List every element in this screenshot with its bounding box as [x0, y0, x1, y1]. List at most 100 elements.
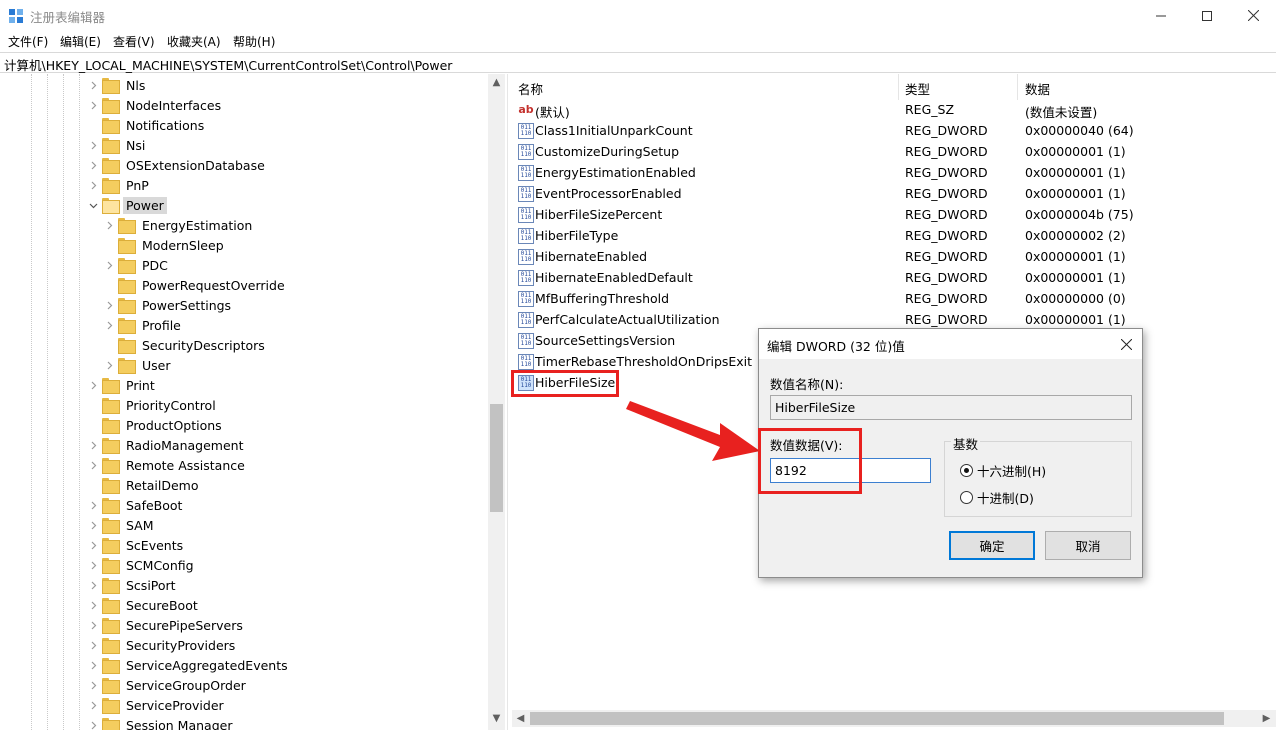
chevron-right-icon[interactable] [86, 515, 100, 535]
tree-item[interactable]: ServiceProvider [86, 695, 227, 715]
list-item[interactable]: ab (默认) REG_SZ (数值未设置) [512, 100, 1272, 121]
tree-item[interactable]: Session Manager [86, 715, 235, 730]
chevron-right-icon[interactable] [86, 175, 100, 195]
tree-item[interactable]: SAM [86, 515, 157, 535]
list-item[interactable]: 011 110 HiberFileType REG_DWORD 0x00000002 (… [512, 226, 1272, 247]
tree-item[interactable]: SCMConfig [86, 555, 197, 575]
menu-view[interactable]: 查看(V) [113, 33, 155, 50]
chevron-right-icon[interactable] [102, 295, 116, 315]
tree-item[interactable]: ServiceAggregatedEvents [86, 655, 291, 675]
dialog-close-button[interactable] [1110, 329, 1142, 359]
chevron-right-icon[interactable] [86, 75, 100, 95]
tree-item[interactable]: EnergyEstimation [102, 215, 255, 235]
chevron-right-icon[interactable] [86, 435, 100, 455]
chevron-down-icon[interactable] [86, 195, 100, 215]
tree-item[interactable]: Power [86, 195, 167, 215]
scroll-thumb[interactable] [530, 712, 1224, 725]
tree-item[interactable]: Notifications [86, 115, 207, 135]
scroll-thumb[interactable] [490, 404, 503, 512]
radio-checked-icon[interactable] [960, 464, 973, 477]
menu-favorites[interactable]: 收藏夹(A) [167, 33, 221, 50]
chevron-right-icon[interactable] [86, 555, 100, 575]
chevron-right-icon[interactable] [102, 215, 116, 235]
column-header-type[interactable]: 类型 [905, 79, 930, 98]
tree-item[interactable]: Nls [86, 75, 148, 95]
scroll-left-icon[interactable]: ◀ [512, 710, 529, 727]
chevron-right-icon[interactable] [102, 355, 116, 375]
column-separator[interactable] [898, 74, 899, 100]
chevron-right-icon[interactable] [102, 255, 116, 275]
radio-decimal[interactable]: 十进制(D) [960, 488, 1034, 507]
chevron-right-icon[interactable] [86, 495, 100, 515]
tree-item[interactable]: SecureBoot [86, 595, 201, 615]
chevron-right-icon[interactable] [86, 695, 100, 715]
tree-item[interactable]: SecurityProviders [86, 635, 238, 655]
list-item[interactable]: 011 110 HiberFileSizePercent REG_DWORD 0x000… [512, 205, 1272, 226]
tree-item[interactable]: ScsiPort [86, 575, 179, 595]
chevron-right-icon[interactable] [86, 455, 100, 475]
tree-item[interactable]: RadioManagement [86, 435, 246, 455]
scroll-up-icon[interactable]: ▲ [488, 74, 505, 91]
chevron-right-icon[interactable] [86, 95, 100, 115]
tree-item[interactable]: NodeInterfaces [86, 95, 224, 115]
list-item[interactable]: 011 110 MfBufferingThreshold REG_DWORD 0x000… [512, 289, 1272, 310]
address-bar[interactable]: 计算机\HKEY_LOCAL_MACHINE\SYSTEM\CurrentCon… [0, 52, 1276, 73]
key-tree[interactable]: Nls NodeInterfaces Notifications Nsi OSExten… [0, 74, 508, 730]
tree-item[interactable]: ModernSleep [102, 235, 227, 255]
close-button[interactable] [1230, 0, 1276, 31]
tree-item[interactable]: OSExtensionDatabase [86, 155, 268, 175]
chevron-right-icon[interactable] [102, 315, 116, 335]
menu-file[interactable]: 文件(F) [8, 33, 48, 50]
scroll-right-icon[interactable]: ▶ [1258, 710, 1275, 727]
column-separator[interactable] [1017, 74, 1018, 100]
tree-item[interactable]: User [102, 355, 174, 375]
chevron-right-icon[interactable] [86, 655, 100, 675]
chevron-right-icon[interactable] [86, 135, 100, 155]
scroll-down-icon[interactable]: ▼ [488, 710, 505, 727]
radio-unchecked-icon[interactable] [960, 491, 973, 504]
tree-item[interactable]: ScEvents [86, 535, 186, 555]
tree-item[interactable]: PowerSettings [102, 295, 234, 315]
chevron-right-icon[interactable] [86, 615, 100, 635]
tree-item[interactable]: PriorityControl [86, 395, 219, 415]
column-header-data[interactable]: 数据 [1025, 79, 1050, 98]
list-item[interactable]: 011 110 EventProcessorEnabled REG_DWORD 0x00… [512, 184, 1272, 205]
tree-item[interactable]: SecurityDescriptors [102, 335, 268, 355]
chevron-right-icon[interactable] [86, 635, 100, 655]
tree-item[interactable]: PDC [102, 255, 171, 275]
chevron-right-icon[interactable] [86, 535, 100, 555]
tree-item[interactable]: RetailDemo [86, 475, 201, 495]
tree-item[interactable]: ServiceGroupOrder [86, 675, 249, 695]
tree-item[interactable]: ProductOptions [86, 415, 225, 435]
maximize-button[interactable] [1184, 0, 1230, 31]
menu-edit[interactable]: 编辑(E) [60, 33, 101, 50]
list-item[interactable]: 011 110 CustomizeDuringSetup REG_DWORD 0x000… [512, 142, 1272, 163]
chevron-right-icon[interactable] [86, 715, 100, 730]
list-item[interactable]: 011 110 HibernateEnabled REG_DWORD 0x0000000… [512, 247, 1272, 268]
menu-help[interactable]: 帮助(H) [233, 33, 275, 50]
column-header-name[interactable]: 名称 [518, 79, 543, 98]
chevron-right-icon[interactable] [86, 575, 100, 595]
tree-vertical-scrollbar[interactable]: ▲ ▼ [488, 74, 505, 730]
tree-item[interactable]: SecurePipeServers [86, 615, 246, 635]
list-item[interactable]: 011 110 EnergyEstimationEnabled REG_DWORD 0x… [512, 163, 1272, 184]
address-path[interactable]: 计算机\HKEY_LOCAL_MACHINE\SYSTEM\CurrentCon… [4, 55, 452, 74]
tree-item[interactable]: PnP [86, 175, 152, 195]
tree-item[interactable]: Print [86, 375, 158, 395]
chevron-right-icon[interactable] [86, 375, 100, 395]
chevron-right-icon[interactable] [86, 155, 100, 175]
tree-item[interactable]: Nsi [86, 135, 148, 155]
chevron-right-icon[interactable] [86, 675, 100, 695]
tree-item[interactable]: Profile [102, 315, 184, 335]
minimize-button[interactable] [1138, 0, 1184, 31]
list-item[interactable]: 011 110 Class1InitialUnparkCount REG_DWORD 0… [512, 121, 1272, 142]
list-item[interactable]: 011 110 HibernateEnabledDefault REG_DWORD 0x… [512, 268, 1272, 289]
tree-item[interactable]: Remote Assistance [86, 455, 248, 475]
chevron-right-icon[interactable] [86, 595, 100, 615]
list-horizontal-scrollbar[interactable]: ◀ ▶ [512, 710, 1276, 727]
ok-button[interactable]: 确定 [949, 531, 1035, 560]
radio-hexadecimal[interactable]: 十六进制(H) [960, 461, 1046, 480]
tree-item[interactable]: SafeBoot [86, 495, 185, 515]
tree-item[interactable]: PowerRequestOverride [102, 275, 288, 295]
cancel-button[interactable]: 取消 [1045, 531, 1131, 560]
